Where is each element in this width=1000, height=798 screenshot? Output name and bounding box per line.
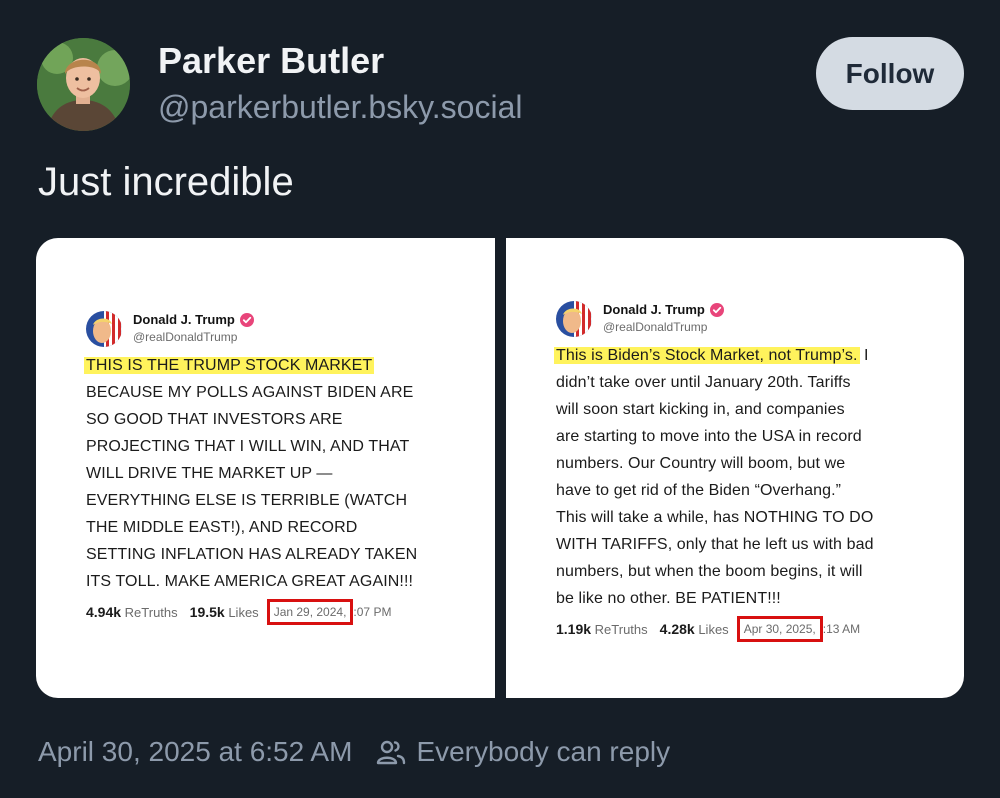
truth-body-line: BECAUSE MY POLLS AGAINST BIDEN ARE xyxy=(86,384,414,401)
author-avatar[interactable] xyxy=(37,38,130,131)
truth-body-line: have to get rid of the Biden “Overhang.” xyxy=(556,482,842,499)
truth-avatar xyxy=(86,311,122,347)
truth-body-line: ITS TOLL. MAKE AMERICA GREAT AGAIN!!! xyxy=(86,573,414,590)
truth-body-line: be like no other. BE PATIENT!!! xyxy=(556,590,781,607)
likes-count: 4.28k xyxy=(659,621,695,637)
screenshot-image-2[interactable]: Donald J. Trump @realDonaldTrump This is… xyxy=(506,238,964,698)
truth-body-line: EVERYTHING ELSE IS TERRIBLE (WATCH xyxy=(86,492,408,509)
truth-body: THIS IS THE TRUMP STOCK MARKET BECAUSE M… xyxy=(84,352,446,595)
truth-body-line: SETTING INFLATION HAS ALREADY TAKEN xyxy=(86,546,418,563)
truth-body-line: will soon start kicking in, and companie… xyxy=(556,401,845,418)
retruths-count: 4.94k xyxy=(86,604,122,620)
truth-body-line: SO GOOD THAT INVESTORS ARE xyxy=(86,411,343,428)
truth-post: Donald J. Trump @realDonaldTrump This is… xyxy=(554,300,921,642)
highlighted-text: THIS IS THE TRUMP STOCK MARKET xyxy=(84,357,375,374)
truth-author-handle: @realDonaldTrump xyxy=(603,320,708,334)
truth-body-line: WILL DRIVE THE MARKET UP — xyxy=(86,465,333,482)
truth-post: Donald J. Trump @realDonaldTrump THIS IS… xyxy=(84,310,446,625)
verified-badge-icon xyxy=(709,303,724,317)
truth-author-name: Donald J. Trump xyxy=(133,312,235,327)
post-images[interactable]: Donald J. Trump @realDonaldTrump THIS IS… xyxy=(36,238,964,698)
truth-body-line: WITH TARIFFS, only that he left us with … xyxy=(556,536,874,553)
truth-body-line: are starting to move into the USA in rec… xyxy=(556,428,862,445)
likes-label: Likes xyxy=(228,605,259,620)
truth-body: This is Biden’s Stock Market, not Trump’… xyxy=(554,342,921,612)
post-text: Just incredible xyxy=(38,160,294,204)
truth-body-line: numbers. Our Country will boom, but we xyxy=(556,455,846,472)
truth-author-name: Donald J. Trump xyxy=(603,302,705,317)
truth-body-line: This will take a while, has NOTHING TO D… xyxy=(556,509,874,526)
follow-button[interactable]: Follow xyxy=(816,37,964,110)
truth-stats: 1.19k ReTruths 4.28k Likes Apr 30, 2025,… xyxy=(556,616,921,642)
retruths-label: ReTruths xyxy=(124,605,178,620)
post-footer: April 30, 2025 at 6:52 AM Everybody can … xyxy=(38,736,670,768)
truth-body-line: THE MIDDLE EAST!), AND RECORD xyxy=(86,519,358,536)
truth-body-line: PROJECTING THAT I WILL WIN, AND THAT xyxy=(86,438,410,455)
reply-setting[interactable]: Everybody can reply xyxy=(416,736,670,768)
highlighted-text: This is Biden’s Stock Market, not Trump’… xyxy=(554,347,860,364)
truth-avatar xyxy=(556,301,592,337)
truth-body-line: numbers, but when the boom begins, it wi… xyxy=(556,563,863,580)
truth-body-line: didn’t take over until January 20th. Tar… xyxy=(556,374,851,391)
retruths-label: ReTruths xyxy=(594,622,648,637)
truth-author-handle: @realDonaldTrump xyxy=(133,330,238,344)
likes-count: 19.5k xyxy=(189,604,225,620)
truth-header: Donald J. Trump @realDonaldTrump xyxy=(556,300,921,338)
post-timestamp[interactable]: April 30, 2025 at 6:52 AM xyxy=(38,736,352,768)
truth-body-text: I xyxy=(859,347,869,364)
people-icon xyxy=(376,738,406,766)
likes-label: Likes xyxy=(698,622,729,637)
screenshot-image-1[interactable]: Donald J. Trump @realDonaldTrump THIS IS… xyxy=(36,238,495,698)
date-highlight-box: Jan 29, 2024, xyxy=(266,599,354,625)
truth-time: :07 PM xyxy=(353,605,392,619)
truth-stats: 4.94k ReTruths 19.5k Likes Jan 29, 2024,… xyxy=(86,599,446,625)
truth-header: Donald J. Trump @realDonaldTrump xyxy=(86,310,446,348)
truth-time: :13 AM xyxy=(822,622,861,636)
date-highlight-box: Apr 30, 2025, xyxy=(736,616,823,642)
author-handle[interactable]: @parkerbutler.bsky.social xyxy=(158,89,522,126)
verified-badge-icon xyxy=(239,313,254,327)
retruths-count: 1.19k xyxy=(556,621,592,637)
author-display-name[interactable]: Parker Butler xyxy=(158,40,384,82)
